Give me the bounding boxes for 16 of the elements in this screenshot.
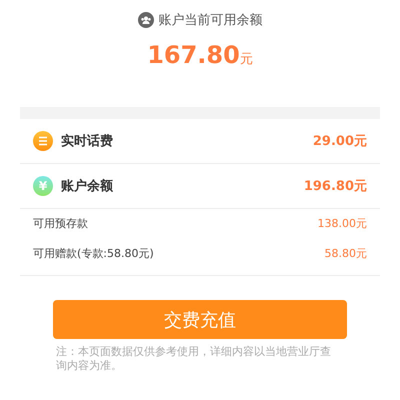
row-label: 可用赠款(专款:58.80元) [33, 246, 155, 261]
balance-amount: 167.80 [147, 41, 240, 69]
row-label: 账户余额 [61, 178, 114, 195]
users-icon [138, 12, 154, 28]
row-value: 196.80元 [304, 178, 367, 195]
balance-label: 账户当前可用余额 [158, 12, 262, 29]
row-value: 29.00元 [312, 133, 367, 150]
list-icon [33, 131, 53, 151]
row-value: 138.00元 [318, 216, 367, 231]
row-value: 58.80元 [324, 246, 367, 261]
currency-unit: 元 [240, 51, 253, 68]
disclaimer-note: 注：本页面数据仅供参考使用，详细内容以当地营业厅查询内容为准。 [56, 345, 332, 373]
row-label: 实时话费 [61, 132, 114, 150]
yen-icon: ¥ [33, 176, 53, 196]
row-label: 可用预存款 [33, 216, 89, 231]
recharge-button[interactable]: 交费充值 [53, 300, 347, 339]
